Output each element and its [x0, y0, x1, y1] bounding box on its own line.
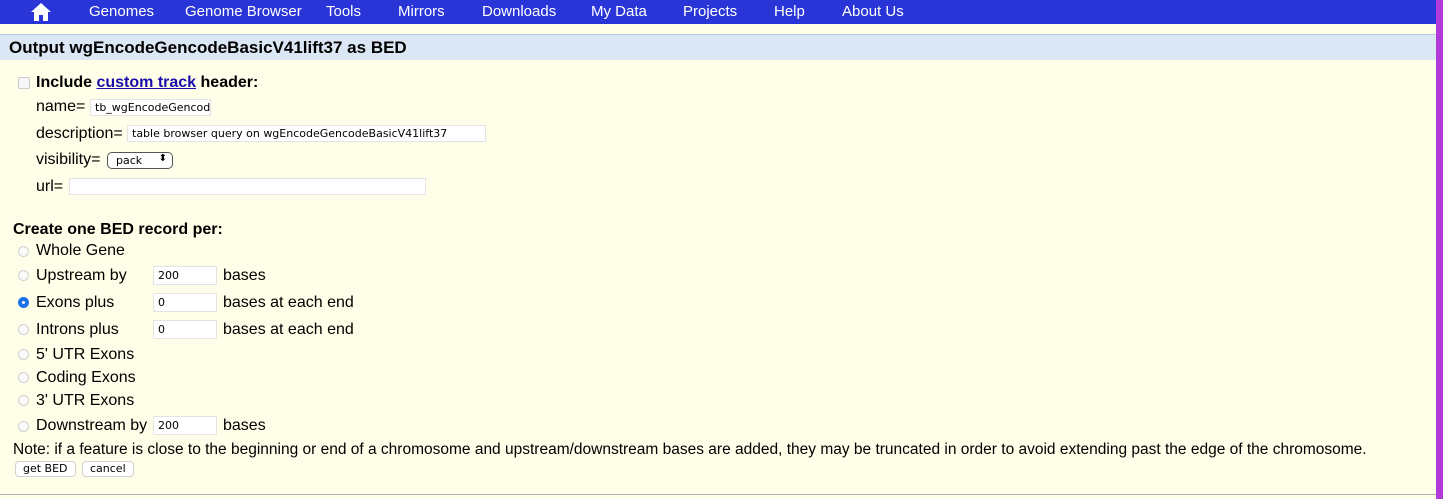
option-whole-gene-label: Whole Gene	[36, 242, 125, 259]
description-input[interactable]: table browser query on wgEncodeGencodeBa…	[127, 125, 486, 142]
get-bed-button[interactable]: get BED	[15, 461, 76, 477]
option-coding-exons-label: Coding Exons	[36, 369, 136, 386]
visibility-select[interactable]: pack ⬍	[107, 152, 173, 169]
records-heading: Create one BED record per:	[13, 221, 223, 238]
page-title: Output wgEncodeGencodeBasicV41lift37 as …	[9, 38, 407, 57]
radio-coding-exons[interactable]	[18, 372, 29, 383]
title-bar: Output wgEncodeGencodeBasicV41lift37 as …	[0, 34, 1436, 60]
radio-upstream[interactable]	[18, 270, 29, 281]
select-arrows-icon: ⬍	[158, 153, 167, 164]
nav-help[interactable]: Help	[774, 4, 805, 20]
home-icon[interactable]	[30, 2, 52, 22]
upstream-suffix: bases	[223, 267, 266, 284]
include-suffix-text: header:	[200, 74, 259, 91]
option-downstream-label: Downstream by	[36, 417, 148, 434]
nav-about-us[interactable]: About Us	[842, 4, 904, 20]
radio-downstream[interactable]	[18, 421, 29, 432]
option-3utr-exons-label: 3' UTR Exons	[36, 392, 135, 409]
visibility-label: visibility=	[36, 151, 101, 168]
introns-plus-bases-input[interactable]: 0	[153, 320, 217, 339]
include-header-checkbox[interactable]	[18, 77, 30, 89]
nav-my-data[interactable]: My Data	[591, 4, 647, 20]
introns-plus-suffix: bases at each end	[223, 321, 354, 338]
radio-exons-plus[interactable]	[18, 297, 29, 308]
nav-tools[interactable]: Tools	[326, 4, 361, 20]
option-upstream-label: Upstream by	[36, 267, 127, 284]
truncation-note: Note: if a feature is close to the begin…	[13, 441, 1367, 458]
top-nav-bar: Genomes Genome Browser Tools Mirrors Dow…	[0, 0, 1436, 24]
option-exons-plus-label: Exons plus	[36, 294, 115, 311]
upstream-bases-input[interactable]: 200	[153, 266, 217, 285]
visibility-selected-value: pack	[116, 154, 143, 167]
page-bottom-divider	[0, 494, 1436, 495]
downstream-suffix: bases	[223, 417, 266, 434]
window-edge-strip	[1436, 0, 1443, 499]
url-input[interactable]	[69, 178, 426, 195]
downstream-bases-input[interactable]: 200	[153, 416, 217, 435]
include-prefix-text: Include	[36, 74, 93, 91]
option-introns-plus-label: Introns plus	[36, 321, 119, 338]
description-label: description=	[36, 125, 123, 142]
radio-3utr-exons[interactable]	[18, 395, 29, 406]
radio-introns-plus[interactable]	[18, 324, 29, 335]
nav-genomes[interactable]: Genomes	[89, 4, 154, 20]
nav-downloads[interactable]: Downloads	[482, 4, 556, 20]
name-label: name=	[36, 98, 86, 115]
nav-projects[interactable]: Projects	[683, 4, 737, 20]
exons-plus-suffix: bases at each end	[223, 294, 354, 311]
nav-genome-browser[interactable]: Genome Browser	[185, 4, 302, 20]
name-input[interactable]: tb_wgEncodeGencode	[90, 99, 211, 116]
nav-mirrors[interactable]: Mirrors	[398, 4, 445, 20]
cancel-button[interactable]: cancel	[82, 461, 134, 477]
url-label: url=	[36, 178, 64, 195]
radio-whole-gene[interactable]	[18, 246, 29, 257]
radio-5utr-exons[interactable]	[18, 349, 29, 360]
exons-plus-bases-input[interactable]: 0	[153, 293, 217, 312]
include-header-label: Include custom track header:	[36, 74, 258, 92]
option-5utr-exons-label: 5' UTR Exons	[36, 346, 135, 363]
custom-track-link[interactable]: custom track	[96, 74, 196, 91]
